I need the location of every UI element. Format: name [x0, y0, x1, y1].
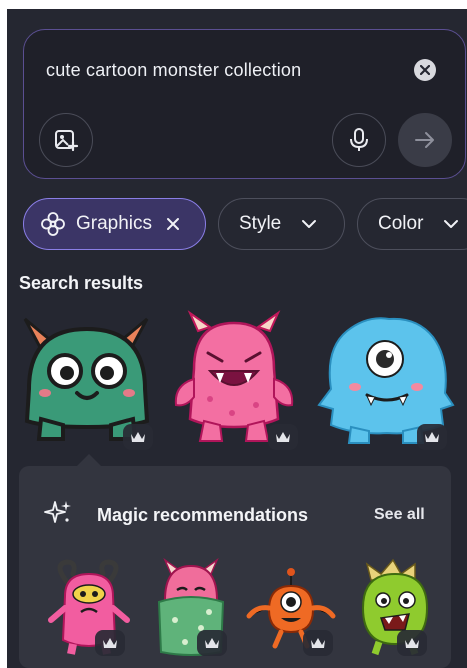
see-all-link[interactable]: See all	[374, 506, 425, 524]
premium-badge	[95, 630, 125, 656]
premium-badge	[397, 630, 427, 656]
premium-badge	[417, 424, 447, 450]
filter-chip-graphics[interactable]: Graphics	[23, 198, 206, 250]
clear-search-button[interactable]	[414, 59, 436, 81]
crown-icon	[405, 638, 419, 648]
flower-icon	[41, 212, 65, 236]
submit-search-button[interactable]	[398, 113, 452, 167]
filter-chip-label: Graphics	[76, 213, 153, 234]
filter-chip-label: Color	[378, 213, 424, 234]
search-panel: cute cartoon monster collection Graphics…	[7, 9, 467, 668]
voice-search-button[interactable]	[332, 113, 386, 167]
sparkles-icon	[44, 501, 71, 523]
recommendation-item-blanket-monster[interactable]	[145, 556, 237, 656]
lime-monster-graphic	[361, 558, 429, 656]
crown-icon	[425, 432, 439, 442]
recommendation-item-lime-monster[interactable]	[349, 556, 441, 656]
premium-badge	[123, 424, 153, 450]
image-search-button[interactable]	[39, 113, 93, 167]
filter-chip-color[interactable]: Color	[357, 198, 467, 250]
filter-chip-style[interactable]: Style	[218, 198, 345, 250]
crown-icon	[276, 432, 290, 442]
chevron-down-icon	[444, 220, 459, 228]
chevron-down-icon	[302, 220, 317, 228]
recommendation-item-pink-horned[interactable]	[43, 556, 135, 656]
crown-icon	[311, 638, 325, 648]
search-box[interactable]: cute cartoon monster collection	[23, 29, 466, 179]
recommendations-pointer	[77, 454, 101, 466]
search-results-heading: Search results	[19, 273, 144, 293]
magic-recommendations-heading: Magic recommendations	[97, 505, 309, 525]
filter-chip-label: Style	[239, 213, 282, 234]
premium-badge	[268, 424, 298, 450]
microphone-icon	[350, 128, 368, 151]
image-plus-icon	[55, 130, 79, 152]
close-icon[interactable]	[166, 217, 180, 231]
premium-badge	[303, 630, 333, 656]
crown-icon	[205, 638, 219, 648]
magic-recommendations-panel: Magic recommendations See all	[19, 466, 451, 668]
search-query-text[interactable]: cute cartoon monster collection	[46, 60, 301, 81]
crown-icon	[103, 638, 117, 648]
arrow-right-icon	[415, 132, 434, 148]
recommendation-item-orange-monster[interactable]	[245, 556, 337, 656]
premium-badge	[197, 630, 227, 656]
result-item-pink-monster[interactable]	[170, 309, 308, 454]
result-item-blue-monster[interactable]	[317, 309, 455, 454]
close-icon	[420, 65, 430, 75]
crown-icon	[131, 432, 145, 442]
result-item-green-monster[interactable]	[19, 309, 157, 454]
